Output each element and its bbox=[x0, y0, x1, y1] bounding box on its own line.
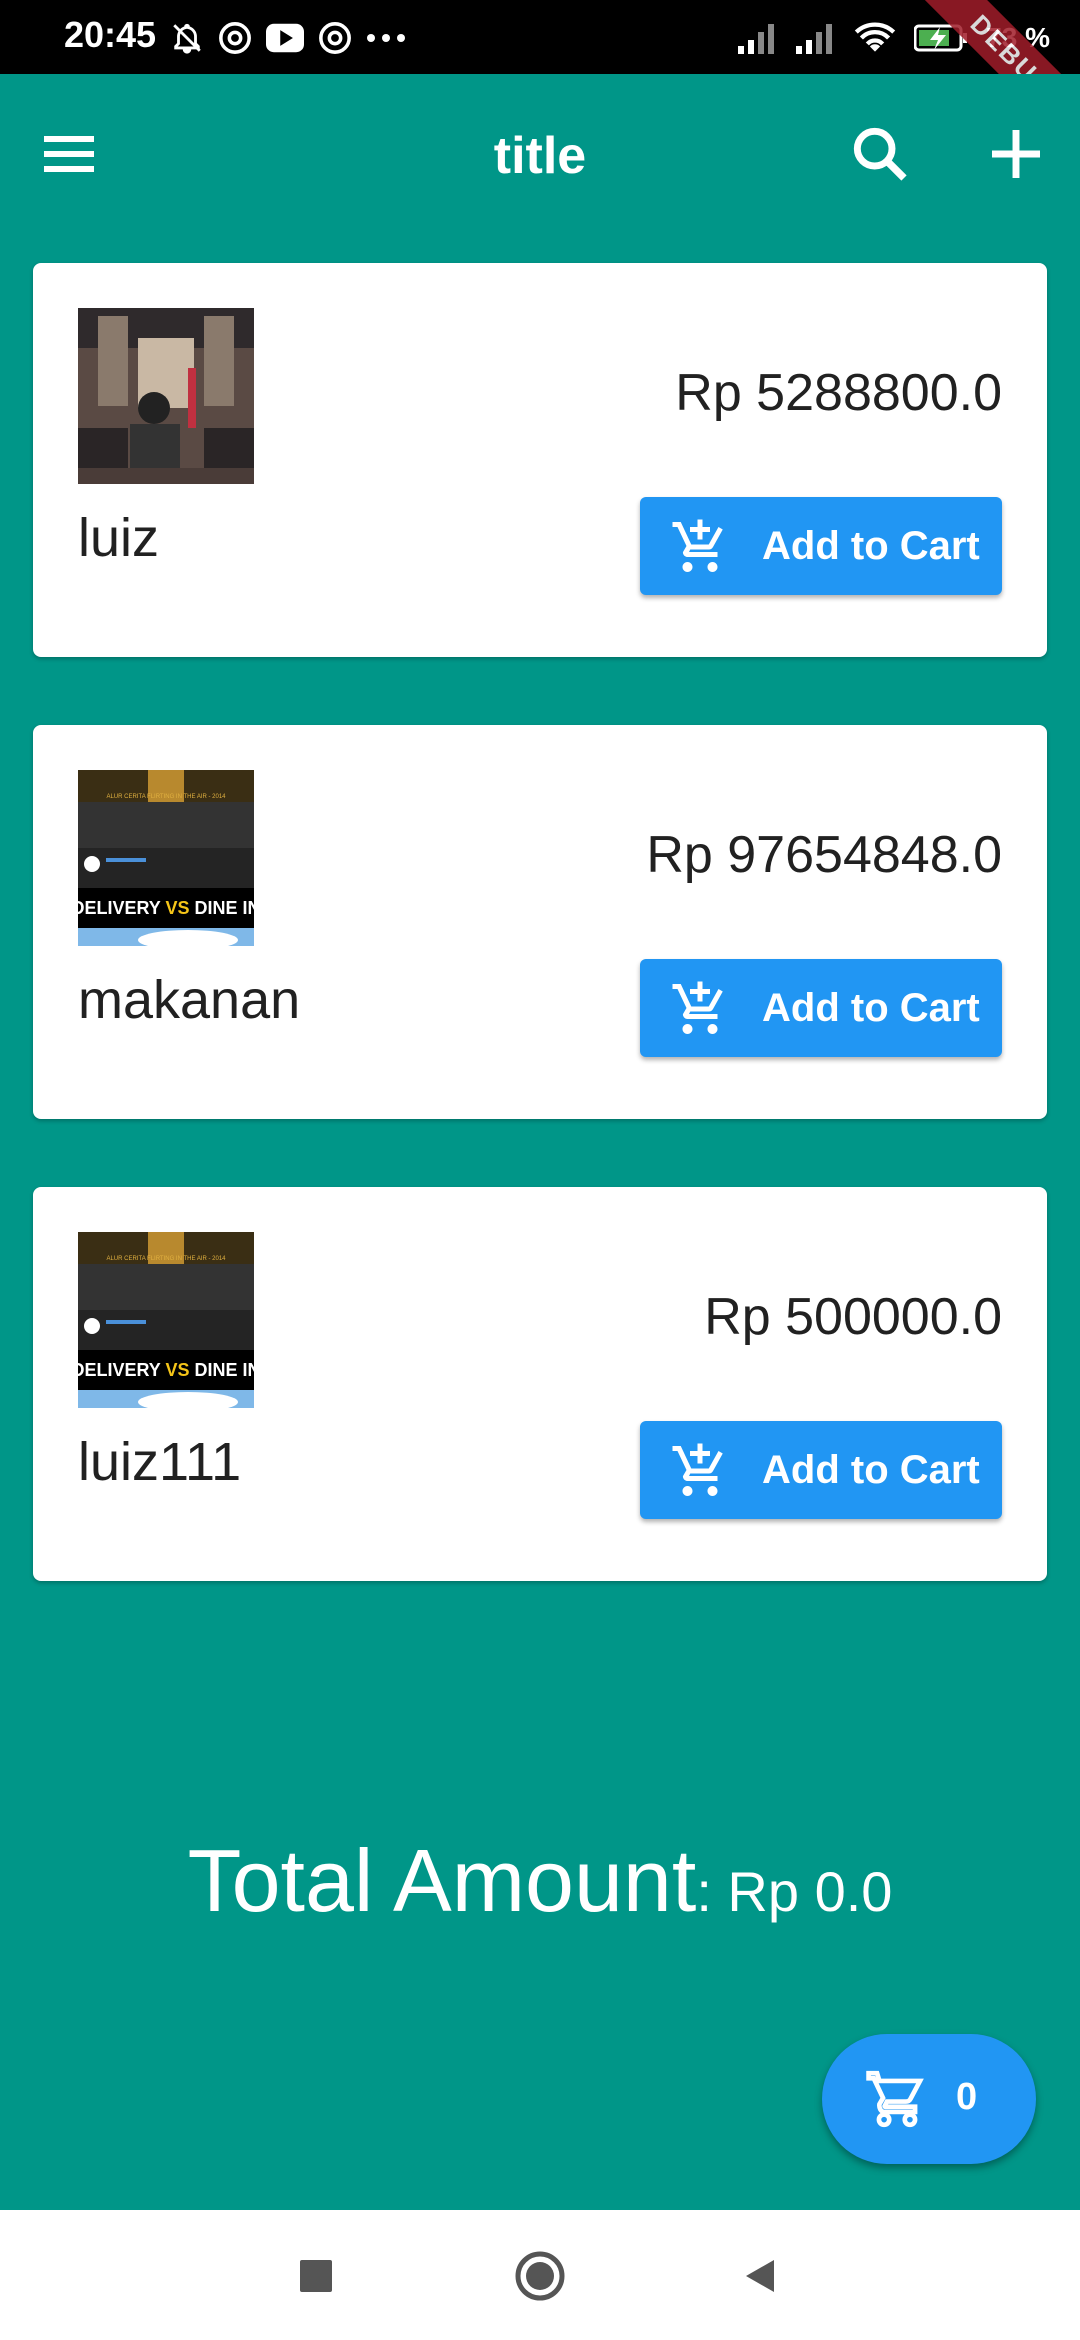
system-nav-bar bbox=[0, 2210, 1080, 2340]
recents-button[interactable] bbox=[300, 2260, 332, 2292]
home-circle-icon bbox=[515, 2251, 565, 2301]
product-card: ALUR CERITA FLIRTING IN THE AIR - 2014 D… bbox=[33, 725, 1047, 1119]
add-shopping-cart-icon bbox=[672, 1443, 723, 1496]
product-image: ALUR CERITA FLIRTING IN THE AIR - 2014 D… bbox=[78, 770, 254, 946]
total-amount: Total Amount: Rp 0.0 bbox=[0, 1830, 1080, 1932]
product-image: ALUR CERITA FLIRTING IN THE AIR - 2014 D… bbox=[78, 1232, 254, 1408]
page-title: title bbox=[493, 127, 587, 185]
total-amount-value: : Rp 0.0 bbox=[696, 1860, 893, 1923]
total-amount-label: Total Amount bbox=[187, 1831, 697, 1930]
product-name: luiz111 bbox=[78, 1432, 242, 1492]
shopping-cart-icon bbox=[866, 2070, 924, 2128]
cart-fab-button[interactable]: 0 bbox=[822, 2034, 1036, 2164]
add-to-cart-label: Add to Cart bbox=[762, 986, 980, 1030]
thumbnail-vs-text: VS bbox=[166, 1360, 190, 1380]
add-button[interactable] bbox=[984, 122, 1048, 186]
home-button[interactable] bbox=[514, 2250, 566, 2302]
add-icon bbox=[992, 130, 1040, 178]
thumbnail-banner-text: ALUR CERITA FLIRTING IN THE AIR - 2014 bbox=[106, 1256, 226, 1262]
add-to-cart-label: Add to Cart bbox=[762, 1448, 980, 1492]
signal-icon bbox=[738, 24, 775, 54]
product-name: makanan bbox=[78, 970, 301, 1030]
add-to-cart-label: Add to Cart bbox=[762, 524, 980, 568]
product-price: Rp 97654848.0 bbox=[646, 826, 1002, 884]
thumbnail-dine-in-text: DINE IN bbox=[195, 898, 254, 918]
add-shopping-cart-icon bbox=[672, 981, 723, 1034]
signal-icon-2 bbox=[796, 24, 833, 54]
add-to-cart-button[interactable]: Add to Cart bbox=[640, 1421, 1002, 1519]
product-price: Rp 500000.0 bbox=[704, 1288, 1002, 1346]
notification-icons bbox=[170, 20, 406, 56]
bell-off-icon bbox=[173, 23, 201, 54]
add-to-cart-button[interactable]: Add to Cart bbox=[640, 497, 1002, 595]
status-bar: 20:45 73 % DEBUG bbox=[0, 0, 1080, 164]
product-price: Rp 5288800.0 bbox=[675, 364, 1002, 422]
back-button[interactable] bbox=[740, 2256, 780, 2296]
app-bar: title bbox=[0, 74, 1080, 234]
wifi-icon bbox=[855, 22, 896, 52]
svg-text:DELIVERY VS DINE IN: DELIVERY VS DINE IN bbox=[78, 1360, 254, 1380]
add-shopping-cart-icon bbox=[672, 519, 723, 572]
back-triangle-icon bbox=[746, 2260, 774, 2292]
thumbnail-dine-in-text: DINE IN bbox=[195, 1360, 254, 1380]
more-dots-icon bbox=[367, 34, 405, 42]
product-name: luiz bbox=[78, 508, 160, 568]
svg-text:DELIVERY VS DINE IN: DELIVERY VS DINE IN bbox=[78, 898, 254, 918]
thumbnail-vs-text: VS bbox=[166, 898, 190, 918]
product-card: ALUR CERITA FLIRTING IN THE AIR - 2014 D… bbox=[33, 1187, 1047, 1581]
thumbnail-banner-text: ALUR CERITA FLIRTING IN THE AIR - 2014 bbox=[106, 794, 226, 800]
product-image bbox=[78, 308, 254, 484]
search-button[interactable] bbox=[848, 122, 912, 186]
thumbnail-delivery-text: DELIVERY bbox=[78, 1360, 161, 1380]
status-time: 20:45 bbox=[64, 14, 157, 55]
youtube-icon bbox=[266, 23, 304, 53]
add-to-cart-button[interactable]: Add to Cart bbox=[640, 959, 1002, 1057]
search-icon bbox=[853, 127, 907, 181]
at-sign-icon-2 bbox=[319, 22, 351, 54]
cart-count-badge: 0 bbox=[956, 2076, 978, 2118]
at-sign-icon bbox=[219, 22, 251, 54]
thumbnail-delivery-text: DELIVERY bbox=[78, 898, 161, 918]
product-card: luiz Rp 5288800.0 Add to Cart bbox=[33, 263, 1047, 657]
